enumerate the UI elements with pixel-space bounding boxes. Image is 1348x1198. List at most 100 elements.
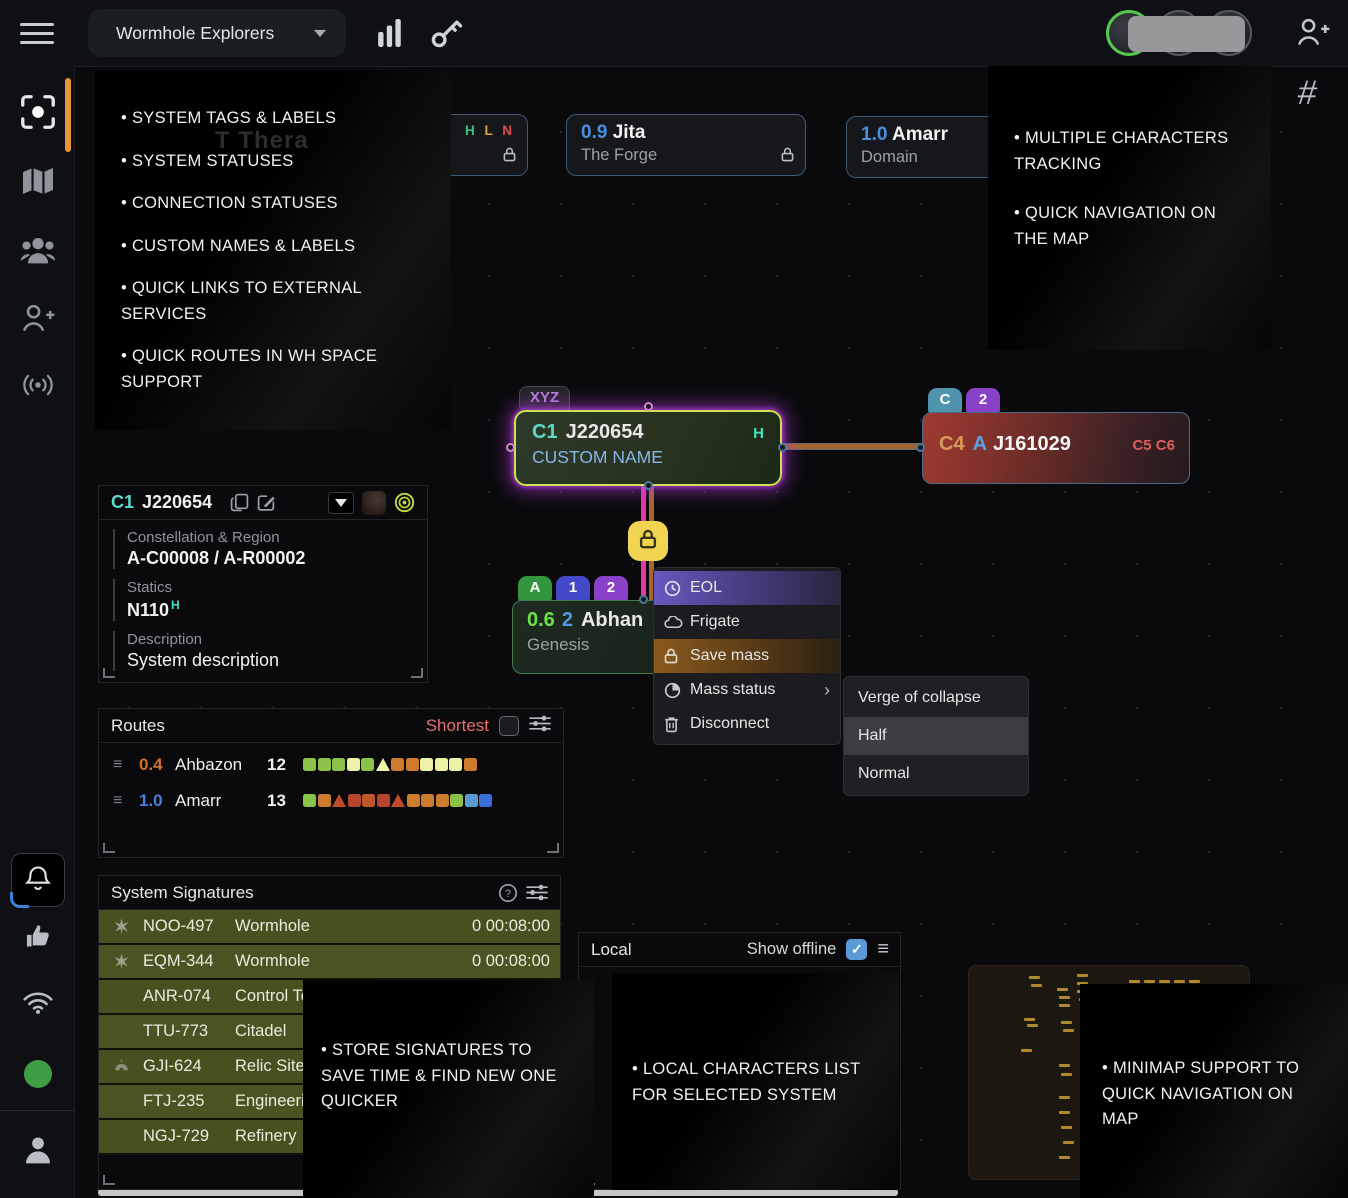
connection-lock-badge[interactable] <box>628 521 668 561</box>
map-icon[interactable] <box>0 166 75 196</box>
show-offline-label: Show offline <box>747 940 837 959</box>
chevron-right-icon: › <box>824 680 830 701</box>
drag-handle-icon[interactable]: ≡ <box>113 792 139 810</box>
route-segments <box>303 792 494 810</box>
menu-item-save-mass[interactable]: Save mass <box>654 639 840 673</box>
map-selector-label: Wormhole Explorers <box>116 23 314 44</box>
lock-icon <box>503 147 516 167</box>
wormhole-icon <box>99 918 143 935</box>
shortest-checkbox[interactable] <box>499 716 519 736</box>
statics-label: C5 C6 <box>1132 437 1175 454</box>
divider <box>0 1110 75 1111</box>
add-character-icon[interactable] <box>1296 16 1330 53</box>
bell-icon <box>24 864 52 897</box>
info-section-description: Description System description <box>113 631 427 671</box>
connection-context-menu: EOL Frigate Save mass Mass status › Disc… <box>653 567 841 745</box>
submenu-item-verge-of-collapse[interactable]: Verge of collapse <box>844 679 1028 717</box>
system-name: Abhan <box>581 609 643 631</box>
region-name: The Forge <box>581 146 791 165</box>
system-node-jita[interactable]: 0.9 Jita The Forge <box>566 114 806 176</box>
menu-hamburger-icon[interactable] <box>20 23 54 44</box>
region-image-icon[interactable] <box>362 491 386 515</box>
lock-icon <box>664 648 690 664</box>
region-name: Domain <box>861 148 999 167</box>
characters-group-icon[interactable] <box>0 236 75 264</box>
focus-map-icon[interactable] <box>0 94 75 130</box>
window-icon[interactable] <box>328 492 354 514</box>
check-icon: ✓ <box>851 941 863 958</box>
clock-icon <box>664 580 690 597</box>
menu-item-mass-status[interactable]: Mass status › <box>654 673 840 707</box>
submenu-item-half[interactable]: Half <box>844 717 1028 755</box>
connection-handle[interactable] <box>639 595 648 604</box>
route-row-ahbazon[interactable]: ≡ 0.4 Ahbazon 12 <box>99 751 563 779</box>
signature-settings-icon[interactable] <box>526 884 548 901</box>
add-character-icon[interactable] <box>0 303 75 333</box>
connection-handle[interactable] <box>778 443 787 452</box>
callout-features: T Thera • SYSTEM TAGS & LABELS • SYSTEM … <box>95 70 451 430</box>
menu-item-eol[interactable]: EOL <box>654 571 840 605</box>
custom-name: CUSTOM NAME <box>532 447 764 468</box>
connection-handle[interactable] <box>644 481 653 490</box>
mass-status-submenu: Verge of collapse Half Normal <box>843 676 1029 796</box>
local-menu-icon[interactable]: ≡ <box>877 938 888 961</box>
system-effect: A <box>973 433 987 455</box>
bar-chart-icon[interactable] <box>378 19 402 52</box>
signature-row[interactable]: EQM-344 Wormhole 0 00:08:00 <box>99 945 560 980</box>
online-status-dot[interactable] <box>24 1060 52 1088</box>
lock-icon <box>639 529 657 554</box>
security-status: 1.0 <box>861 124 887 145</box>
wifi-icon[interactable] <box>0 990 75 1014</box>
target-icon[interactable] <box>394 492 415 513</box>
hash-icon[interactable]: # <box>1296 74 1319 113</box>
map-selector-dropdown[interactable]: Wormhole Explorers <box>88 9 346 57</box>
connection-handle[interactable] <box>644 402 653 411</box>
copy-icon[interactable] <box>230 493 249 512</box>
callout-tracking: • MULTIPLE CHARACTERS TRACKING • QUICK N… <box>988 66 1271 350</box>
notifications-button[interactable] <box>11 853 65 907</box>
menu-item-disconnect[interactable]: Disconnect <box>654 707 840 741</box>
wormhole-icon <box>99 953 143 970</box>
system-node-j161029[interactable]: C4 A J161029 C5 C6 <box>922 412 1190 484</box>
menu-item-frigate[interactable]: Frigate <box>654 605 840 639</box>
wh-class: C4 <box>939 433 965 455</box>
system-name: J161029 <box>993 433 1071 455</box>
pie-icon <box>664 682 690 699</box>
connection-c1-j161029[interactable] <box>782 443 922 450</box>
key-icon[interactable] <box>430 15 464 54</box>
shortest-label: Shortest <box>426 716 489 736</box>
static-class-label: H <box>171 598 180 612</box>
signature-row[interactable]: NOO-497 Wormhole 0 00:08:00 <box>99 910 560 945</box>
system-node-j220654-selected[interactable]: C1J220654 H CUSTOM NAME <box>514 410 782 486</box>
custom-tag-xyz[interactable]: XYZ <box>519 386 570 413</box>
wh-class: C1 <box>532 421 558 443</box>
thumbs-up-icon[interactable] <box>0 922 75 950</box>
edit-icon[interactable] <box>257 493 276 512</box>
submenu-item-normal[interactable]: Normal <box>844 755 1028 793</box>
callout-minimap: • MINIMAP SUPPORT TO QUICK NAVIGATION ON… <box>1080 984 1348 1198</box>
chevron-down-icon <box>314 30 326 37</box>
callout-signatures: • STORE SIGNATURES TO SAVE TIME & FIND N… <box>303 980 594 1198</box>
connection-handle[interactable] <box>506 443 515 452</box>
help-icon[interactable]: ? <box>498 883 518 903</box>
show-offline-checkbox[interactable]: ✓ <box>846 939 867 960</box>
profile-icon[interactable] <box>0 1134 75 1166</box>
ghost-system-thera: T Thera <box>215 122 309 159</box>
system-name: Jita <box>613 122 646 143</box>
security-status: 0.9 <box>581 122 607 143</box>
route-settings-icon[interactable] <box>529 715 551 737</box>
planet-count: 2 <box>562 609 573 631</box>
info-section-statics: Statics N110H <box>113 579 427 621</box>
system-name: J220654 <box>566 421 644 443</box>
routes-panel: Routes Shortest ≡ 0.4 Ahbazon 12 ≡ 1.0 A… <box>98 708 564 858</box>
route-segments <box>303 756 478 774</box>
drag-handle-icon[interactable]: ≡ <box>113 756 139 774</box>
system-name: Amarr <box>892 124 948 145</box>
info-section-constellation: Constellation & Region A-C00008 / A-R000… <box>113 529 427 569</box>
broadcast-icon[interactable] <box>0 372 75 398</box>
connection-handle[interactable] <box>916 443 925 452</box>
svg-text:?: ? <box>505 888 511 900</box>
system-tags: H L N <box>465 123 515 138</box>
left-sidebar <box>0 66 75 1198</box>
route-row-amarr[interactable]: ≡ 1.0 Amarr 13 <box>99 787 563 815</box>
